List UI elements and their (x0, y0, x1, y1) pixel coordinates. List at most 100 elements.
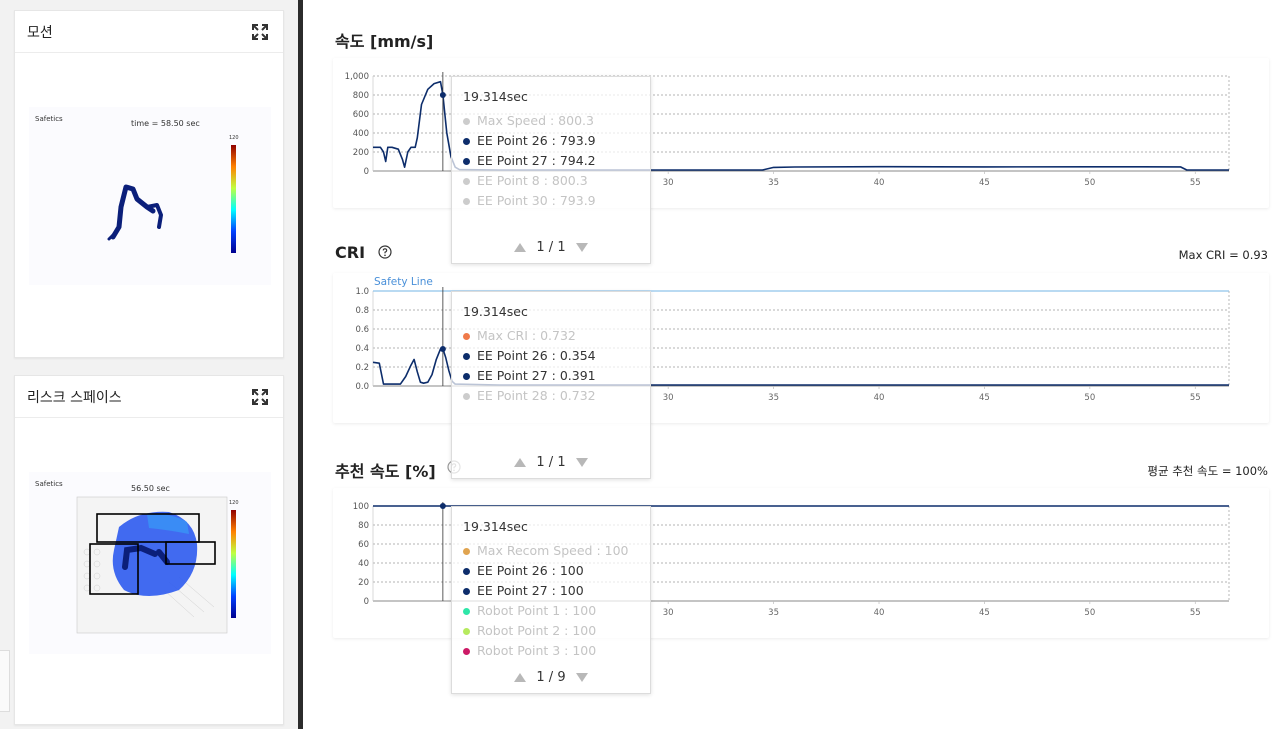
series-dot-icon (463, 157, 470, 165)
tooltip-label: Robot Point 2 : 100 (477, 623, 597, 638)
motion-card: 모션 Safetics time = 58.50 sec 120 (14, 10, 284, 358)
page-up-icon[interactable] (514, 243, 527, 252)
tooltip-row: EE Point 27 : 100 (463, 581, 650, 601)
tooltip-label: Max Speed : 800.3 (477, 113, 594, 128)
tooltip-row: EE Point 26 : 0.354 (463, 346, 650, 366)
tooltip-row: Max Recom Speed : 100 (463, 541, 650, 561)
tooltip-row: Robot Point 1 : 100 (463, 601, 650, 621)
help-icon[interactable] (378, 245, 392, 259)
expand-icon[interactable] (251, 23, 269, 41)
tooltip-row: Max CRI : 0.732 (463, 326, 650, 346)
page-down-icon[interactable] (575, 458, 588, 467)
tooltip-pager: 1 / 1 (452, 455, 650, 470)
risk-card-title: 리스크 스페이스 (27, 389, 122, 406)
y-tick-label: 200 (353, 148, 369, 158)
risk-space-viewer[interactable]: Safetics 56.50 sec 120 (29, 472, 271, 654)
tooltip-time: 19.314sec (463, 519, 528, 534)
tooltip-page: 1 / 1 (536, 240, 566, 255)
tooltip-rows: Max CRI : 0.732 EE Point 26 : 0.354 EE Poi… (463, 326, 650, 406)
page-up-icon[interactable] (514, 673, 527, 682)
y-tick-label: 0.2 (355, 363, 369, 373)
y-tick-label: 20 (358, 578, 369, 588)
motion-card-title: 모션 (27, 24, 53, 41)
series-dot-icon (463, 547, 470, 555)
colorbar-top: 120 (229, 135, 239, 141)
tooltip-label: EE Point 27 : 794.2 (477, 153, 596, 168)
x-tick-label: 35 (768, 393, 779, 403)
cri-tooltip: 19.314sec Max CRI : 0.732 EE Point 26 : 0… (451, 291, 651, 479)
page-down-icon[interactable] (575, 673, 588, 682)
tooltip-row: EE Point 30 : 793.9 (463, 191, 650, 211)
series-dot-icon (463, 352, 470, 360)
series-dot-icon (463, 587, 470, 595)
series-dot-icon (463, 372, 470, 380)
y-tick-label: 600 (353, 110, 369, 120)
x-tick-label: 45 (979, 608, 990, 618)
tooltip-row: Max Speed : 800.3 (463, 111, 650, 131)
y-tick-label: 800 (353, 91, 369, 101)
cursor-marker (439, 345, 446, 352)
x-tick-label: 50 (1084, 608, 1095, 618)
x-tick-label: 40 (874, 393, 885, 403)
y-tick-label: 100 (353, 502, 369, 512)
series-dot-icon (463, 137, 470, 145)
series-dot-icon (463, 117, 470, 125)
tooltip-row: EE Point 27 : 794.2 (463, 151, 650, 171)
x-tick-label: 40 (874, 178, 885, 188)
y-tick-label: 1.0 (355, 287, 369, 297)
x-tick-label: 45 (979, 178, 990, 188)
safety-line-label: Safety Line (374, 276, 433, 288)
expand-icon[interactable] (251, 388, 269, 406)
tooltip-label: Max Recom Speed : 100 (477, 543, 629, 558)
tooltip-pager: 1 / 9 (452, 670, 650, 685)
motion-viewer[interactable]: Safetics time = 58.50 sec 120 (29, 107, 271, 285)
tooltip-label: EE Point 28 : 0.732 (477, 388, 596, 403)
series-dot-icon (463, 647, 470, 655)
x-tick-label: 35 (768, 178, 779, 188)
tooltip-row: EE Point 8 : 800.3 (463, 171, 650, 191)
tooltip-label: EE Point 26 : 100 (477, 563, 584, 578)
colorbar-top: 120 (229, 500, 239, 506)
tooltip-label: EE Point 27 : 100 (477, 583, 584, 598)
x-tick-label: 50 (1084, 178, 1095, 188)
series-dot-icon (463, 392, 470, 400)
tooltip-page: 1 / 9 (536, 670, 566, 685)
tooltip-label: EE Point 30 : 793.9 (477, 193, 596, 208)
panel-resize-handle[interactable] (0, 650, 10, 712)
motion-card-header: 모션 (15, 11, 283, 53)
tooltip-label: EE Point 27 : 0.391 (477, 368, 596, 383)
series-dot-icon (463, 627, 470, 635)
tooltip-time: 19.314sec (463, 304, 528, 319)
y-tick-label: 0.4 (355, 344, 369, 354)
tooltip-label: Robot Point 1 : 100 (477, 603, 597, 618)
tooltip-label: EE Point 26 : 0.354 (477, 348, 596, 363)
tooltip-row: EE Point 26 : 793.9 (463, 131, 650, 151)
max-cri-note: Max CRI = 0.93 (1178, 248, 1268, 262)
risk-card: 리스크 스페이스 Safetics 56.50 sec 120 (14, 375, 284, 725)
risk-card-header: 리스크 스페이스 (15, 376, 283, 418)
page-up-icon[interactable] (514, 458, 527, 467)
x-tick-label: 55 (1190, 608, 1201, 618)
tooltip-label: EE Point 26 : 793.9 (477, 133, 596, 148)
cri-title: CRI (335, 243, 366, 262)
page-down-icon[interactable] (575, 243, 588, 252)
x-tick-label: 30 (663, 608, 674, 618)
series-dot-icon (463, 607, 470, 615)
series-dot-icon (463, 332, 470, 340)
colorbar (231, 145, 236, 253)
tooltip-row: Robot Point 3 : 100 (463, 641, 650, 661)
recom-title: 추천 속도 [%] (335, 462, 436, 481)
x-tick-label: 55 (1190, 178, 1201, 188)
y-tick-label: 40 (358, 559, 369, 569)
avg-recom-note: 평균 추천 속도 = 100% (1147, 464, 1268, 478)
left-pane: 모션 Safetics time = 58.50 sec 120 리스크 스페이… (0, 0, 298, 729)
colorbar (231, 510, 236, 618)
charts-pane: 속도 [mm/s] 0 200 400 600 800 1,000 30 35 40 45 50 55… (303, 0, 1285, 729)
tooltip-row: EE Point 26 : 100 (463, 561, 650, 581)
tooltip-row: EE Point 28 : 0.732 (463, 386, 650, 406)
tooltip-time: 19.314sec (463, 89, 528, 104)
series-dot-icon (463, 567, 470, 575)
tooltip-label: Max CRI : 0.732 (477, 328, 576, 343)
recom-tooltip: 19.314sec Max Recom Speed : 100 EE Point … (451, 506, 651, 694)
y-tick-label: 0 (364, 167, 369, 177)
